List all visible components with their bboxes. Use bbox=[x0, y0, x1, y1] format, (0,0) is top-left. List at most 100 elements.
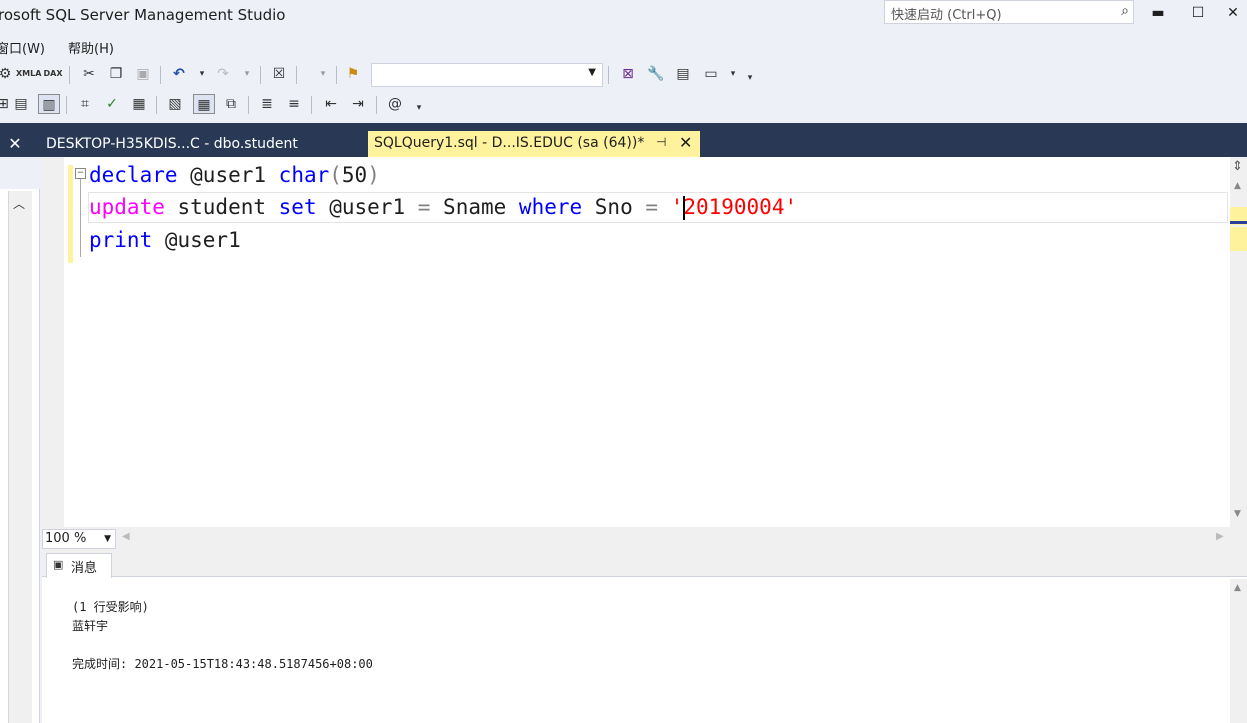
redo-icon[interactable]: ↷ bbox=[212, 64, 234, 84]
include-plan-icon[interactable]: ⌗ bbox=[74, 94, 96, 114]
tab-sqlquery1[interactable]: SQLQuery1.sql - D...IS.EDUC (sa (64))* ⊣… bbox=[368, 131, 700, 157]
tab-messages[interactable]: ▣ 消息 bbox=[46, 553, 112, 578]
results-pane: ▣ 消息 (1 行受影响) 蓝轩宇 完成时间: 2021-05-15T18:43… bbox=[42, 551, 1247, 723]
scroll-right-icon[interactable]: ▶ bbox=[1216, 531, 1224, 542]
tab-messages-label: 消息 bbox=[71, 561, 98, 576]
scroll-down-icon[interactable]: ▼ bbox=[1234, 509, 1241, 519]
quick-launch-placeholder: 快速启动 (Ctrl+Q) bbox=[891, 8, 1002, 23]
change-tracking-bar bbox=[68, 165, 73, 263]
code-line-1[interactable]: declare @user1 char(50) bbox=[89, 159, 380, 191]
results-to-text-icon[interactable]: ▧ bbox=[164, 94, 186, 114]
database-combo[interactable]: ▼ bbox=[371, 63, 603, 87]
editor-gutter bbox=[42, 157, 64, 527]
menu-window[interactable]: 窗口(W) bbox=[0, 38, 45, 57]
keyword-update: update bbox=[89, 195, 165, 219]
zoom-bar: 100 % ▼ ◀ ▶ bbox=[42, 527, 1247, 551]
cut-icon[interactable]: ✂ bbox=[78, 64, 100, 84]
object-explorer-scrollbar[interactable]: ︿ bbox=[8, 191, 32, 723]
paren-open: ( bbox=[329, 163, 342, 187]
outline-line bbox=[80, 179, 81, 257]
tab-sqlquery1-label: SQLQuery1.sql - D...IS.EDUC (sa (64))* bbox=[374, 135, 645, 151]
split-icon[interactable]: ⇕ bbox=[1232, 159, 1243, 174]
uncomment-icon[interactable]: ≡ bbox=[283, 94, 305, 114]
scroll-left-icon[interactable]: ◀ bbox=[122, 531, 130, 542]
title-bar: rosoft SQL Server Management Studio 快速启动… bbox=[0, 0, 1247, 32]
visual-studio-icon[interactable]: ⊠ bbox=[617, 64, 639, 84]
increase-indent-icon[interactable]: ⇥ bbox=[347, 94, 369, 114]
toolbar-separator bbox=[311, 96, 312, 114]
menu-help[interactable]: 帮助(H) bbox=[68, 38, 114, 57]
results-to-file2-icon[interactable]: ⧉ bbox=[220, 94, 242, 114]
paste-icon[interactable]: ▣ bbox=[132, 64, 154, 84]
scroll-up-icon[interactable]: ▲ bbox=[1234, 181, 1241, 191]
command-window-icon[interactable]: ▭ bbox=[700, 64, 722, 84]
maximize-button[interactable]: ☐ bbox=[1183, 2, 1213, 26]
chevron-down-icon: ▼ bbox=[588, 67, 596, 78]
solution-config-dropdown-icon[interactable]: ▾ bbox=[312, 64, 334, 84]
collapse-icon[interactable]: − bbox=[75, 168, 86, 179]
pin-icon[interactable]: ⊣ bbox=[656, 135, 666, 149]
editor-vertical-scrollbar[interactable]: ⇕ ▲ ▼ bbox=[1230, 157, 1247, 527]
tab-dbo-student[interactable]: DESKTOP-H35KDIS...C - dbo.student bbox=[40, 133, 304, 157]
zoom-value: 100 % bbox=[45, 531, 87, 546]
equals-operator: = bbox=[645, 195, 659, 219]
quick-launch-input[interactable]: 快速启动 (Ctrl+Q) ⌕ bbox=[884, 0, 1134, 24]
dax-query-button[interactable]: DAX bbox=[42, 64, 64, 84]
equals-operator: = bbox=[417, 195, 431, 219]
comment-out-icon[interactable]: ≣ bbox=[256, 94, 278, 114]
xmla-query-button[interactable]: XMLA bbox=[16, 64, 41, 84]
object-explorer-header bbox=[0, 157, 40, 189]
activity-monitor-icon[interactable]: ☒ bbox=[268, 64, 290, 84]
column-text: Sno bbox=[582, 195, 646, 219]
table-text: student bbox=[164, 195, 279, 219]
minimize-button[interactable]: ▬ bbox=[1143, 2, 1173, 26]
undo-icon[interactable]: ↶ bbox=[168, 64, 190, 84]
scroll-up-icon[interactable]: ▲ bbox=[1234, 583, 1241, 593]
toolbar-separator bbox=[608, 66, 609, 84]
quote-open: ' bbox=[670, 195, 684, 219]
results-to-grid-icon[interactable]: ▦ bbox=[193, 94, 215, 114]
toolbox-icon[interactable]: ▤ bbox=[672, 64, 694, 84]
toolbar-separator bbox=[260, 66, 261, 84]
connect-icon[interactable]: ⚑ bbox=[342, 64, 364, 84]
redo-dropdown-icon[interactable]: ▾ bbox=[236, 64, 258, 84]
variable-text: @user1 bbox=[316, 195, 418, 219]
zoom-combo[interactable]: 100 % ▼ bbox=[42, 529, 116, 549]
sql-editor-toolbar: ⊞ ▤ ▥ ⌗ ✓ ▦ ▧ ▦ ⧉ ≣ ≡ ⇤ ⇥ @ ▾ bbox=[0, 90, 430, 118]
results-to-file-icon[interactable]: ▥ bbox=[38, 94, 60, 114]
undo-dropdown-icon[interactable]: ▾ bbox=[191, 64, 213, 84]
query-icon[interactable]: ⚙ bbox=[0, 64, 16, 84]
toolbar-separator bbox=[248, 96, 249, 114]
decrease-indent-icon[interactable]: ⇤ bbox=[320, 94, 342, 114]
wrench-icon[interactable]: 🔧 bbox=[645, 64, 667, 84]
parse-icon[interactable]: ✓ bbox=[101, 94, 123, 114]
close-tab-button[interactable]: ✕ bbox=[679, 133, 692, 152]
toolbar-separator bbox=[296, 66, 297, 84]
results-tab-strip bbox=[42, 551, 1247, 577]
close-pane-button[interactable]: ✕ bbox=[0, 131, 30, 157]
message-line: 蓝轩宇 bbox=[72, 619, 109, 633]
search-icon[interactable]: ⌕ bbox=[1121, 3, 1129, 19]
specify-values-icon[interactable]: @ bbox=[384, 94, 406, 114]
scroll-up-icon[interactable]: ︿ bbox=[13, 195, 25, 212]
paren-close: ) bbox=[367, 163, 380, 187]
message-line: (1 行受影响) bbox=[72, 600, 149, 614]
results-vertical-scrollbar[interactable]: ▲ bbox=[1230, 579, 1247, 723]
toolbar-overflow-icon[interactable]: ▾ bbox=[739, 68, 761, 88]
code-line-2[interactable]: update student set @user1 = Sname where … bbox=[89, 191, 797, 223]
variable-text: @user1 bbox=[177, 163, 279, 187]
toolbar2-overflow-icon[interactable]: ▾ bbox=[408, 98, 430, 118]
code-line-3[interactable]: print @user1 bbox=[89, 224, 241, 256]
display-plan-icon[interactable]: ▤ bbox=[10, 94, 32, 114]
close-window-button[interactable]: ✕ bbox=[1218, 2, 1247, 26]
toolbar-separator bbox=[69, 66, 70, 84]
client-stats-icon[interactable]: ▦ bbox=[128, 94, 150, 114]
window-title: rosoft SQL Server Management Studio bbox=[0, 6, 286, 24]
query-editor[interactable]: − declare @user1 char(50) update student… bbox=[42, 157, 1247, 527]
toolbar-separator bbox=[160, 66, 161, 84]
quote-close: ' bbox=[784, 195, 798, 219]
toolbar-separator bbox=[156, 96, 157, 114]
copy-icon[interactable]: ❐ bbox=[105, 64, 127, 84]
toolbar-separator bbox=[376, 96, 377, 114]
